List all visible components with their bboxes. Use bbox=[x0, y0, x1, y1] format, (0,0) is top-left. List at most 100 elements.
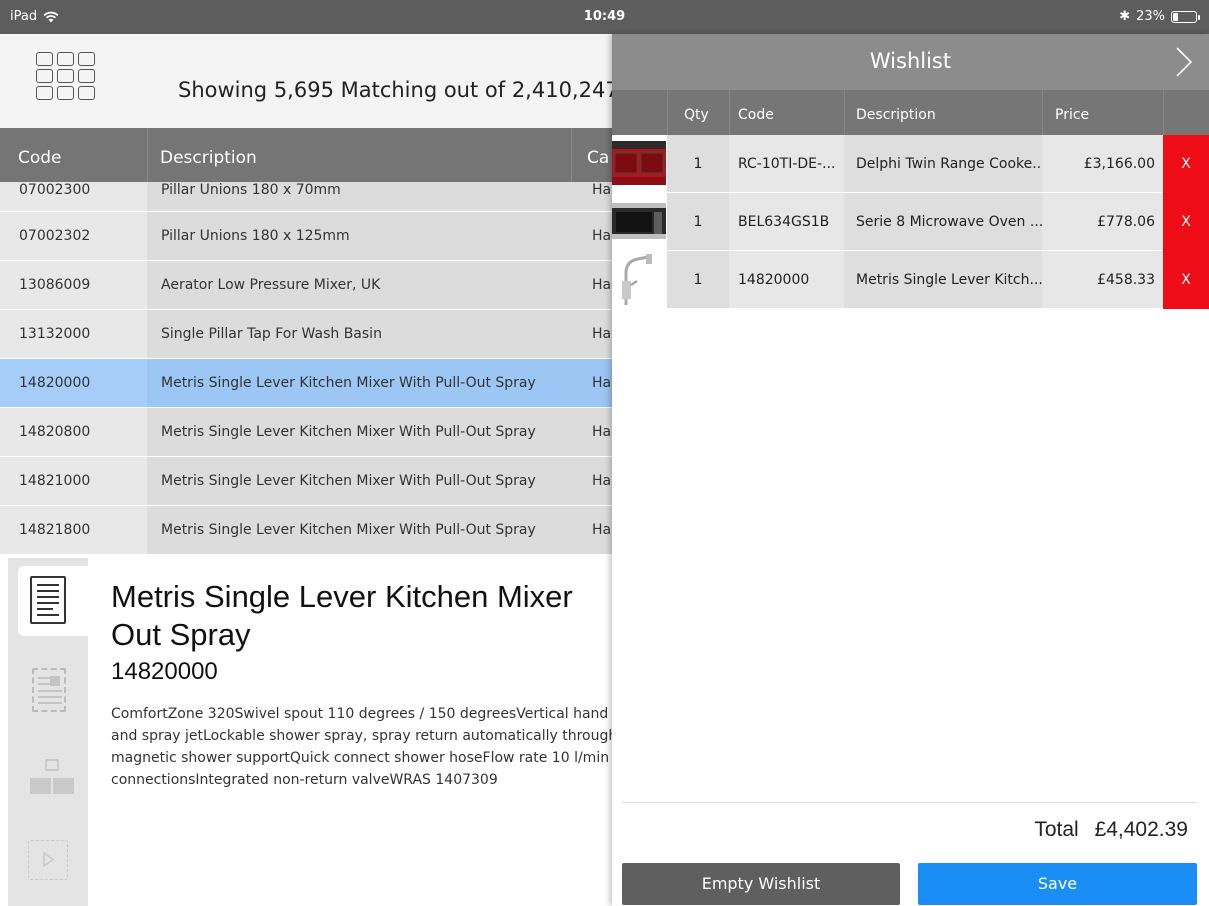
catalog-header: Showing 5,695 Matching out of 2,410,247 bbox=[0, 34, 612, 128]
detail-tabs bbox=[8, 558, 90, 906]
row-code: 07002300 bbox=[0, 182, 147, 211]
row-description: Single Pillar Tap For Wash Basin bbox=[147, 310, 571, 358]
wishlist-column-code: Code bbox=[738, 107, 774, 123]
item-code: 14820000 bbox=[729, 251, 844, 308]
row-category: Ha bbox=[571, 261, 612, 309]
kitchen-mixer-thumbnail bbox=[612, 251, 667, 309]
item-qty[interactable]: 1 bbox=[667, 251, 729, 308]
product-detail: Metris Single Lever Kitchen Mixer Out Sp… bbox=[0, 558, 612, 906]
microwave-thumbnail bbox=[612, 193, 667, 251]
row-description: Metris Single Lever Kitchen Mixer With P… bbox=[147, 506, 571, 554]
description-line-2: and spray jetLockable shower spray, spra… bbox=[111, 728, 612, 744]
item-description: Serie 8 Microwave Oven ... bbox=[844, 193, 1043, 250]
dimensions-icon[interactable] bbox=[28, 756, 76, 800]
row-category: Ha bbox=[571, 506, 612, 554]
status-bar: iPad 10:49 ✱ 23% bbox=[0, 0, 1209, 34]
table-row[interactable]: 07002302 Pillar Unions 180 x 125mm Ha bbox=[0, 212, 612, 261]
table-row[interactable]: 07002300 Pillar Unions 180 x 70mm Ha bbox=[0, 182, 612, 212]
wishlist-title: Wishlist bbox=[869, 49, 952, 73]
row-description: Pillar Unions 180 x 70mm bbox=[147, 182, 571, 211]
video-icon[interactable] bbox=[28, 840, 68, 880]
row-code: 14821000 bbox=[0, 457, 147, 505]
battery-icon bbox=[1171, 10, 1200, 23]
grid-view-icon[interactable] bbox=[36, 52, 95, 100]
row-category: Ha bbox=[571, 359, 612, 407]
wishlist-row[interactable]: 1 BEL634GS1B Serie 8 Microwave Oven ... £77… bbox=[612, 193, 1209, 251]
wishlist-panel: Wishlist Qty Code Description Price 1 RC-… bbox=[612, 34, 1209, 906]
row-category: Ha bbox=[571, 457, 612, 505]
item-code: RC-10TI-DE-... bbox=[729, 135, 844, 192]
description-line-4: connectionsIntegrated non-return valveWR… bbox=[111, 772, 498, 788]
wishlist-column-qty: Qty bbox=[684, 107, 709, 123]
status-right: ✱ 23% bbox=[1119, 9, 1200, 24]
chevron-right-icon[interactable] bbox=[1169, 44, 1199, 80]
range-cooker-thumbnail bbox=[612, 135, 667, 193]
row-code: 14820000 bbox=[0, 359, 147, 407]
item-description: Delphi Twin Range Cooke... bbox=[844, 135, 1046, 192]
row-category: Ha bbox=[571, 310, 612, 358]
table-row[interactable]: 13086009 Aerator Low Pressure Mixer, UK Ha bbox=[0, 261, 612, 310]
wishlist-row[interactable]: 1 RC-10TI-DE-... Delphi Twin Range Cooke..… bbox=[612, 135, 1209, 193]
row-code: 14820800 bbox=[0, 408, 147, 456]
document-icon bbox=[30, 576, 66, 624]
empty-wishlist-button[interactable]: Empty Wishlist bbox=[622, 863, 900, 905]
item-price: £3,166.00 bbox=[1042, 135, 1163, 192]
description-line-1: ComfortZone 320Swivel spout 110 degrees … bbox=[111, 706, 609, 722]
product-code: 14820000 bbox=[111, 658, 218, 685]
column-code[interactable]: Code bbox=[18, 148, 62, 168]
column-category[interactable]: Ca bbox=[587, 148, 609, 168]
wishlist-row[interactable]: 1 14820000 Metris Single Lever Kitch... £45… bbox=[612, 251, 1209, 309]
total-value: £4,402.39 bbox=[1094, 818, 1188, 841]
wishlist-table-header: Qty Code Description Price bbox=[612, 90, 1209, 135]
table-row[interactable]: 14820000 Metris Single Lever Kitchen Mixe… bbox=[0, 359, 612, 408]
match-count: Showing 5,695 Matching out of 2,410,247 bbox=[178, 78, 612, 102]
product-description: ComfortZone 320Swivel spout 110 degrees … bbox=[111, 703, 612, 791]
wishlist-column-price: Price bbox=[1055, 107, 1090, 123]
column-description[interactable]: Description bbox=[160, 148, 257, 168]
description-line-3: magnetic shower supportQuick connect sho… bbox=[111, 750, 610, 766]
row-description: Pillar Unions 180 x 125mm bbox=[147, 212, 571, 260]
remove-item-button[interactable]: X bbox=[1163, 135, 1209, 193]
row-category: Ha bbox=[571, 182, 612, 211]
item-qty[interactable]: 1 bbox=[667, 193, 729, 250]
item-price: £458.33 bbox=[1042, 251, 1163, 308]
row-description: Metris Single Lever Kitchen Mixer With P… bbox=[147, 457, 571, 505]
catalog-table-header: Code Description Ca bbox=[0, 128, 612, 182]
tab-description[interactable] bbox=[18, 566, 90, 636]
battery-percent: 23% bbox=[1136, 9, 1165, 24]
product-title-line-2: Out Spray bbox=[111, 617, 251, 652]
row-code: 07002302 bbox=[0, 212, 147, 260]
table-row[interactable]: 13132000 Single Pillar Tap For Wash Basin… bbox=[0, 310, 612, 359]
remove-item-button[interactable]: X bbox=[1163, 251, 1209, 309]
clock: 10:49 bbox=[583, 9, 626, 24]
save-button[interactable]: Save bbox=[918, 863, 1197, 905]
catalog-pane: Showing 5,695 Matching out of 2,410,247 … bbox=[0, 34, 612, 906]
row-code: 14821800 bbox=[0, 506, 147, 554]
total-label: Total bbox=[1034, 818, 1079, 841]
row-description: Metris Single Lever Kitchen Mixer With P… bbox=[147, 408, 571, 456]
row-category: Ha bbox=[571, 212, 612, 260]
wishlist-title-bar: Wishlist bbox=[612, 34, 1209, 90]
spec-sheet-icon[interactable] bbox=[32, 668, 66, 712]
row-code: 13086009 bbox=[0, 261, 147, 309]
product-title-line-1: Metris Single Lever Kitchen Mixer bbox=[111, 579, 573, 614]
table-row[interactable]: 14820800 Metris Single Lever Kitchen Mixe… bbox=[0, 408, 612, 457]
battery-fill bbox=[1173, 12, 1178, 21]
item-description: Metris Single Lever Kitch... bbox=[844, 251, 1043, 308]
row-description: Metris Single Lever Kitchen Mixer With P… bbox=[147, 359, 571, 407]
table-row[interactable]: 14821000 Metris Single Lever Kitchen Mixe… bbox=[0, 457, 612, 506]
table-row[interactable]: 14821800 Metris Single Lever Kitchen Mixe… bbox=[0, 506, 612, 555]
item-qty[interactable]: 1 bbox=[667, 135, 729, 192]
bluetooth-icon: ✱ bbox=[1119, 9, 1131, 24]
row-category: Ha bbox=[571, 408, 612, 456]
product-title: Metris Single Lever Kitchen Mixer Out Sp… bbox=[111, 578, 612, 654]
row-description: Aerator Low Pressure Mixer, UK bbox=[147, 261, 571, 309]
wishlist-total: Total £4,402.39 bbox=[1034, 818, 1188, 842]
catalog-table-body: 07002300 Pillar Unions 180 x 70mm Ha 070023… bbox=[0, 182, 612, 555]
wishlist-column-description: Description bbox=[856, 107, 936, 123]
item-code: BEL634GS1B bbox=[729, 193, 844, 250]
remove-item-button[interactable]: X bbox=[1163, 193, 1209, 251]
row-code: 13132000 bbox=[0, 310, 147, 358]
total-divider bbox=[622, 802, 1197, 803]
item-price: £778.06 bbox=[1042, 193, 1163, 250]
